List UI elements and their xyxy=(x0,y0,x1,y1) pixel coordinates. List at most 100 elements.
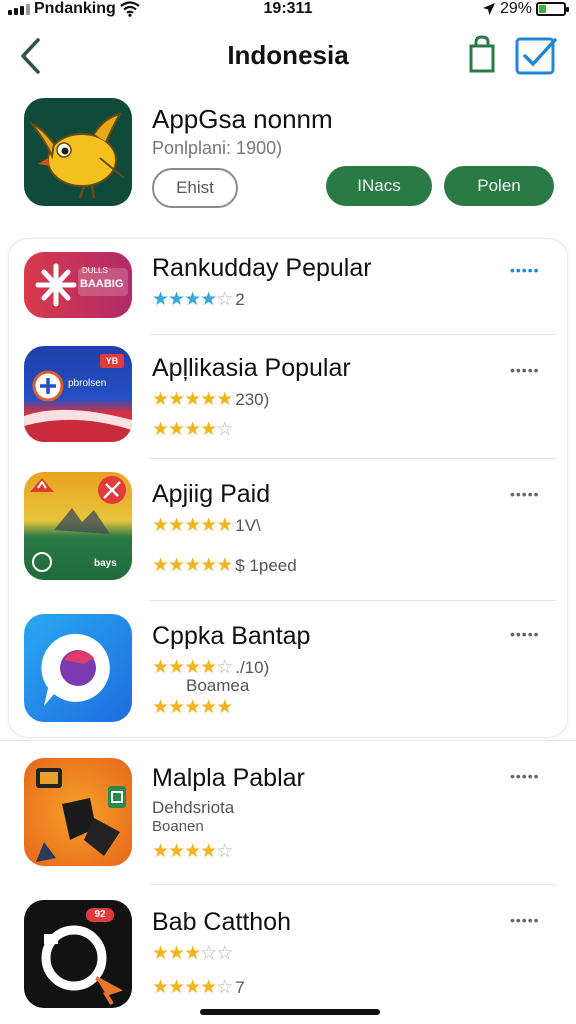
star-icon: ★ xyxy=(200,977,217,998)
star-icon: ★ xyxy=(200,657,217,678)
app-icon xyxy=(24,614,132,722)
app-icon xyxy=(24,758,132,866)
star-icon: ☆ xyxy=(216,657,233,678)
divider xyxy=(150,884,556,885)
rating-stars: ★★★★★ xyxy=(152,696,233,719)
star-icon: ★ xyxy=(184,515,201,536)
rating-count: 230) xyxy=(235,390,270,409)
star-icon: ★ xyxy=(216,515,233,536)
star-icon: ★ xyxy=(168,697,185,718)
divider xyxy=(0,740,576,741)
more-icon[interactable]: ••••• xyxy=(510,912,540,928)
star-icon: ★ xyxy=(152,419,169,440)
battery-fill xyxy=(539,5,546,13)
icon-badge: 92 xyxy=(86,908,114,922)
list-item[interactable]: Cppka Bantap ★★★★☆ ./10) Boamea ★★★★★ •••… xyxy=(0,614,576,728)
star-icon: ★ xyxy=(184,289,201,310)
rating-stars: ★★★★☆ xyxy=(152,840,233,863)
battery-icon xyxy=(536,2,569,16)
checkbox-icon[interactable] xyxy=(514,36,558,76)
rating-stars: ★★★★★ 230) xyxy=(152,388,269,411)
star-icon: ★ xyxy=(152,389,169,410)
icon-label: bays xyxy=(94,558,117,569)
star-icon: ★ xyxy=(168,515,185,536)
star-icon: ★ xyxy=(184,555,201,576)
star-icon: ★ xyxy=(184,657,201,678)
divider xyxy=(150,458,556,459)
star-icon: ★ xyxy=(200,555,217,576)
list-item[interactable]: Malpla Pablar Dehdsriota Boanen ★★★★☆ ••… xyxy=(0,758,576,872)
star-icon: ★ xyxy=(152,841,169,862)
star-icon: ☆ xyxy=(216,289,233,310)
star-icon: ★ xyxy=(152,555,169,576)
shopping-bag-icon[interactable] xyxy=(462,34,502,74)
more-icon[interactable]: ••••• xyxy=(510,362,540,378)
app-icon: bays xyxy=(24,472,132,580)
star-icon: ★ xyxy=(184,419,201,440)
star-icon: ★ xyxy=(200,389,217,410)
star-icon: ★ xyxy=(200,841,217,862)
star-icon: ★ xyxy=(184,841,201,862)
divider xyxy=(150,334,556,335)
star-icon: ★ xyxy=(184,389,201,410)
rating-count: 2 xyxy=(235,290,245,309)
list-item[interactable]: bays Apjiig Paid ★★★★★ 1V\ ★★★★★ $ 1peed •… xyxy=(0,472,576,586)
star-icon: ★ xyxy=(200,697,217,718)
star-icon: ★ xyxy=(152,697,169,718)
app-title: Malpla Pablar xyxy=(152,764,305,792)
star-icon: ★ xyxy=(168,943,185,964)
timer-icon xyxy=(41,925,123,1006)
star-icon: ★ xyxy=(184,977,201,998)
star-icon: ★ xyxy=(168,977,185,998)
app-icon: DULLS BAABIG xyxy=(24,252,132,318)
divider xyxy=(150,600,556,601)
star-icon: ☆ xyxy=(216,943,233,964)
polen-button[interactable]: Polen xyxy=(444,166,554,206)
app-caption: Dehdsriota xyxy=(152,798,235,817)
star-icon: ★ xyxy=(152,977,169,998)
bird-icon xyxy=(28,112,125,199)
featured-app-subtitle: Ponlplani: 1900) xyxy=(152,138,283,158)
app-caption: Boamea xyxy=(186,676,250,695)
rating-stars: ★★★★☆ 7 xyxy=(152,976,245,999)
star-icon: ★ xyxy=(168,419,185,440)
rating-stars: ★★★☆☆ xyxy=(152,942,233,965)
star-icon: ★ xyxy=(168,657,185,678)
rating-stars: ★★★★☆ 2 xyxy=(152,288,245,311)
star-icon: ☆ xyxy=(200,943,217,964)
more-icon[interactable]: ••••• xyxy=(510,262,540,278)
list-item[interactable]: 92 Bab Catthoh ★★★☆☆ ★★★★☆ 7 ••••• xyxy=(0,900,576,1010)
rating-count: ./10) xyxy=(235,658,270,677)
media-tools-icon xyxy=(36,768,126,862)
app-title: Rankudday Pepular xyxy=(152,254,372,282)
featured-app: AppGsa nonnm Ponlplani: 1900) Ehist INac… xyxy=(24,98,564,218)
chat-bubble-icon xyxy=(41,633,110,706)
star-icon: ☆ xyxy=(216,841,233,862)
ehist-button[interactable]: Ehist xyxy=(152,168,238,208)
icon-label: BAABIG xyxy=(80,278,124,290)
star-icon: ★ xyxy=(200,289,217,310)
more-icon[interactable]: ••••• xyxy=(510,486,540,502)
app-title: Cppka Bantap xyxy=(152,622,311,650)
nav-bar: Indonesia xyxy=(0,30,576,80)
rating-stars: ★★★★★ 1V\ xyxy=(152,514,261,537)
icon-badge: YB xyxy=(100,354,124,368)
more-icon[interactable]: ••••• xyxy=(510,626,540,642)
star-icon: ★ xyxy=(216,555,233,576)
star-icon: ☆ xyxy=(216,419,233,440)
featured-app-name: AppGsa nonnm xyxy=(152,104,333,134)
more-icon[interactable]: ••••• xyxy=(510,768,540,784)
rating-count: 7 xyxy=(235,978,245,997)
inacs-button[interactable]: INacs xyxy=(326,166,432,206)
list-item[interactable]: YB pbrolsen Apļlikasia Popular ★★★★★ 230)… xyxy=(0,346,576,456)
home-indicator[interactable] xyxy=(200,1009,380,1015)
star-icon: ★ xyxy=(168,289,185,310)
star-icon: ★ xyxy=(152,657,169,678)
app-icon: YB pbrolsen xyxy=(24,346,132,442)
status-bar: Pndanking 19:311 29% xyxy=(0,0,576,22)
star-icon: ★ xyxy=(168,389,185,410)
list-item[interactable]: DULLS BAABIG Rankudday Pepular ★★★★☆ 2 ••… xyxy=(0,252,576,334)
rating-count: $ 1peed xyxy=(235,556,297,575)
featured-app-icon[interactable] xyxy=(24,98,132,206)
star-icon: ★ xyxy=(200,419,217,440)
